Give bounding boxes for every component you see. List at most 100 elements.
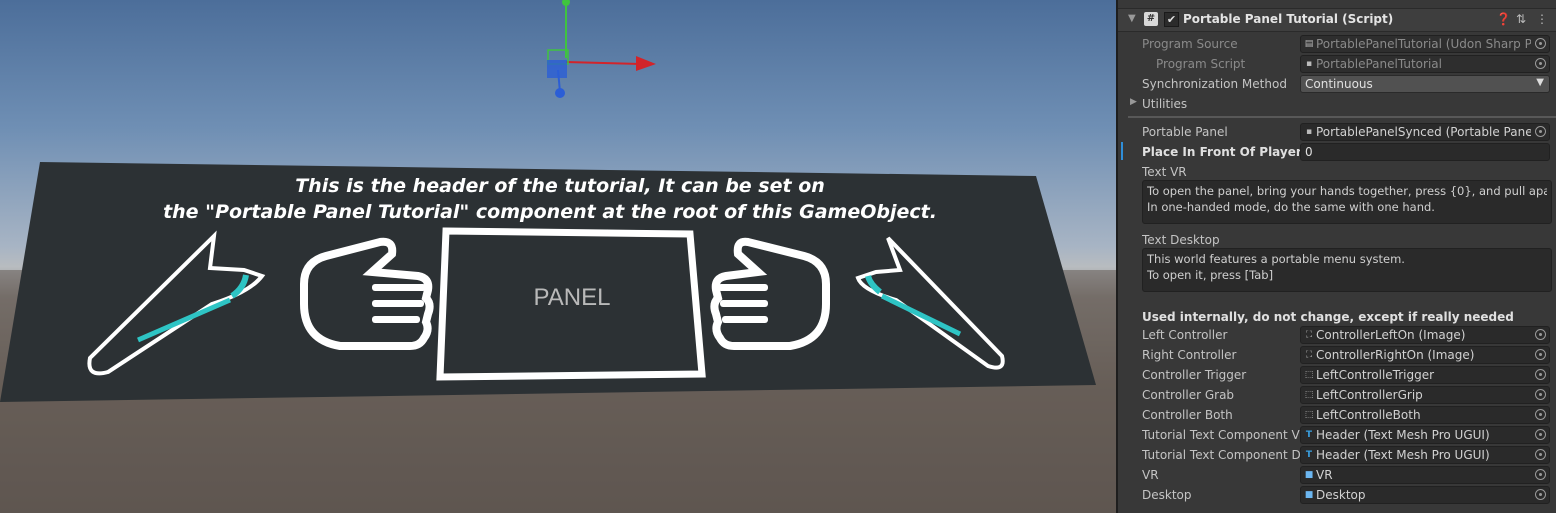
ref-row-right-controller: Right Controller ⛶ ControllerRightOn (Im… <box>1118 345 1556 365</box>
text-desktop-textarea[interactable]: This world features a portable menu syst… <box>1142 248 1552 292</box>
gameobject-icon: ⬚ <box>1304 410 1314 420</box>
foldout-collapsed-icon[interactable]: ▶ <box>1130 97 1137 107</box>
program-source-label: Program Source <box>1142 37 1238 51</box>
ref-value: VR <box>1316 468 1333 482</box>
ref-label: Tutorial Text Component De <box>1142 448 1300 462</box>
ref-field[interactable]: ⬚ LeftControlleBoth <box>1300 406 1550 424</box>
object-picker-icon[interactable] <box>1535 409 1546 420</box>
portable-panel-row: Portable Panel ▪ PortablePanelSynced (Po… <box>1118 122 1556 142</box>
ref-value: Header (Text Mesh Pro UGUI) <box>1316 428 1490 442</box>
image-icon: ⛶ <box>1305 350 1313 360</box>
component-header[interactable]: ▼ # ✔ Portable Panel Tutorial (Script) ❓… <box>1118 8 1556 32</box>
ref-row-controller-trigger: Controller Trigger ⬚ LeftControlleTrigge… <box>1118 365 1556 385</box>
prefab-icon: ■ <box>1304 490 1314 500</box>
ref-label: Controller Trigger <box>1142 368 1247 382</box>
ref-value: ControllerLeftOn (Image) <box>1316 328 1466 342</box>
scene-view[interactable]: This is the header of the tutorial, It c… <box>0 0 1116 513</box>
image-icon: ⛶ <box>1305 330 1313 340</box>
utilities-foldout[interactable]: ▶ Utilities <box>1118 94 1556 114</box>
gameobject-icon: ⬚ <box>1304 370 1314 380</box>
ref-field[interactable]: ■ VR <box>1300 466 1550 484</box>
object-picker-icon[interactable] <box>1535 369 1546 380</box>
panel-header-line2: the "Portable Panel Tutorial" component … <box>163 201 937 223</box>
portable-panel-label: Portable Panel <box>1142 125 1228 139</box>
utilities-label: Utilities <box>1142 97 1188 111</box>
program-source-value: PortablePanelTutorial (Udon Sharp Pro <box>1316 37 1531 51</box>
ref-value: LeftControlleTrigger <box>1316 368 1435 382</box>
place-in-front-row: Place In Front Of Player For 0 <box>1118 142 1556 162</box>
ref-row-left-controller: Left Controller ⛶ ControllerLeftOn (Imag… <box>1118 325 1556 345</box>
foldout-expanded-icon[interactable]: ▼ <box>1128 13 1136 24</box>
ref-row-tutorial-text-desktop: Tutorial Text Component De T Header (Tex… <box>1118 445 1556 465</box>
ref-field[interactable]: T Header (Text Mesh Pro UGUI) <box>1300 446 1550 464</box>
dropdown-arrow-icon: ▼ <box>1536 77 1544 88</box>
help-icon[interactable]: ❓ <box>1496 12 1511 26</box>
ref-field[interactable]: ⬚ LeftControlleTrigger <box>1300 366 1550 384</box>
textmeshpro-icon: T <box>1305 450 1313 460</box>
program-script-row: Program Script ▪ PortablePanelTutorial <box>1118 54 1556 74</box>
object-picker-icon[interactable] <box>1535 429 1546 440</box>
object-picker-icon[interactable] <box>1535 126 1546 137</box>
object-picker-icon[interactable] <box>1535 38 1546 49</box>
ref-field[interactable]: ■ Desktop <box>1300 486 1550 504</box>
panel-header-line1: This is the header of the tutorial, It c… <box>295 175 825 197</box>
ref-value: ControllerRightOn (Image) <box>1316 348 1475 362</box>
component-enabled-checkbox[interactable]: ✔ <box>1164 12 1179 27</box>
panel-center-label: PANEL <box>534 284 611 311</box>
object-picker-icon[interactable] <box>1535 58 1546 69</box>
ref-label: Controller Grab <box>1142 388 1235 402</box>
ref-row-vr: VR ■ VR <box>1118 465 1556 485</box>
gizmo-z-plane <box>547 60 567 78</box>
object-picker-icon[interactable] <box>1535 489 1546 500</box>
sync-method-label: Synchronization Method <box>1142 77 1287 91</box>
program-source-row: Program Source ▤ PortablePanelTutorial (… <box>1118 34 1556 54</box>
text-desktop-row: Text Desktop <box>1118 230 1556 250</box>
ref-value: LeftControlleBoth <box>1316 408 1421 422</box>
ref-field[interactable]: ⛶ ControllerLeftOn (Image) <box>1300 326 1550 344</box>
ref-row-desktop: Desktop ■ Desktop <box>1118 485 1556 505</box>
text-desktop-line1: This world features a portable menu syst… <box>1147 252 1405 266</box>
place-in-front-value: 0 <box>1305 145 1313 159</box>
portable-panel-field[interactable]: ▪ PortablePanelSynced (Portable Panel) <box>1300 123 1550 141</box>
place-in-front-input[interactable]: 0 <box>1300 143 1550 161</box>
ref-label: VR <box>1142 468 1159 482</box>
text-desktop-line2: To open it, press [Tab] <box>1147 268 1274 282</box>
scene-canvas: This is the header of the tutorial, It c… <box>0 0 1116 513</box>
text-vr-line1: To open the panel, bring your hands toge… <box>1147 184 1547 198</box>
object-picker-icon[interactable] <box>1535 329 1546 340</box>
text-vr-textarea[interactable]: To open the panel, bring your hands toge… <box>1142 180 1552 224</box>
object-picker-icon[interactable] <box>1535 449 1546 460</box>
udon-program-asset-icon: ▤ <box>1304 39 1314 49</box>
ref-value: LeftControllerGrip <box>1316 388 1423 402</box>
object-picker-icon[interactable] <box>1535 469 1546 480</box>
object-picker-icon[interactable] <box>1535 349 1546 360</box>
transform-gizmo[interactable] <box>547 0 656 98</box>
ref-label: Left Controller <box>1142 328 1228 342</box>
kebab-menu-icon[interactable]: ⋮ <box>1536 12 1548 26</box>
textmeshpro-icon: T <box>1305 430 1313 440</box>
text-vr-label: Text VR <box>1142 165 1187 179</box>
program-source-field[interactable]: ▤ PortablePanelTutorial (Udon Sharp Pro <box>1300 35 1550 53</box>
place-in-front-label: Place In Front Of Player For <box>1142 145 1300 159</box>
internal-header-text: Used internally, do not change, except i… <box>1142 310 1514 324</box>
ref-field[interactable]: T Header (Text Mesh Pro UGUI) <box>1300 426 1550 444</box>
inspector-panel: ▼ # ✔ Portable Panel Tutorial (Script) ❓… <box>1116 0 1556 513</box>
ref-label: Desktop <box>1142 488 1192 502</box>
ref-value: Desktop <box>1316 488 1366 502</box>
sync-method-dropdown[interactable]: Continuous ▼ <box>1300 75 1550 93</box>
ref-label: Controller Both <box>1142 408 1233 422</box>
portable-panel-value: PortablePanelSynced (Portable Panel) <box>1316 125 1531 139</box>
ref-row-controller-both: Controller Both ⬚ LeftControlleBoth <box>1118 405 1556 425</box>
gizmo-x-arrow <box>636 56 656 71</box>
ref-field[interactable]: ⛶ ControllerRightOn (Image) <box>1300 346 1550 364</box>
text-desktop-label: Text Desktop <box>1142 233 1220 247</box>
program-script-label: Program Script <box>1156 57 1246 71</box>
object-picker-icon[interactable] <box>1535 389 1546 400</box>
section-divider <box>1128 116 1556 118</box>
program-script-field[interactable]: ▪ PortablePanelTutorial <box>1300 55 1550 73</box>
ref-field[interactable]: ⬚ LeftControllerGrip <box>1300 386 1550 404</box>
ref-label: Right Controller <box>1142 348 1237 362</box>
presets-icon[interactable]: ⇅ <box>1516 12 1526 26</box>
gameobject-icon: ⬚ <box>1304 390 1314 400</box>
ref-row-controller-grab: Controller Grab ⬚ LeftControllerGrip <box>1118 385 1556 405</box>
